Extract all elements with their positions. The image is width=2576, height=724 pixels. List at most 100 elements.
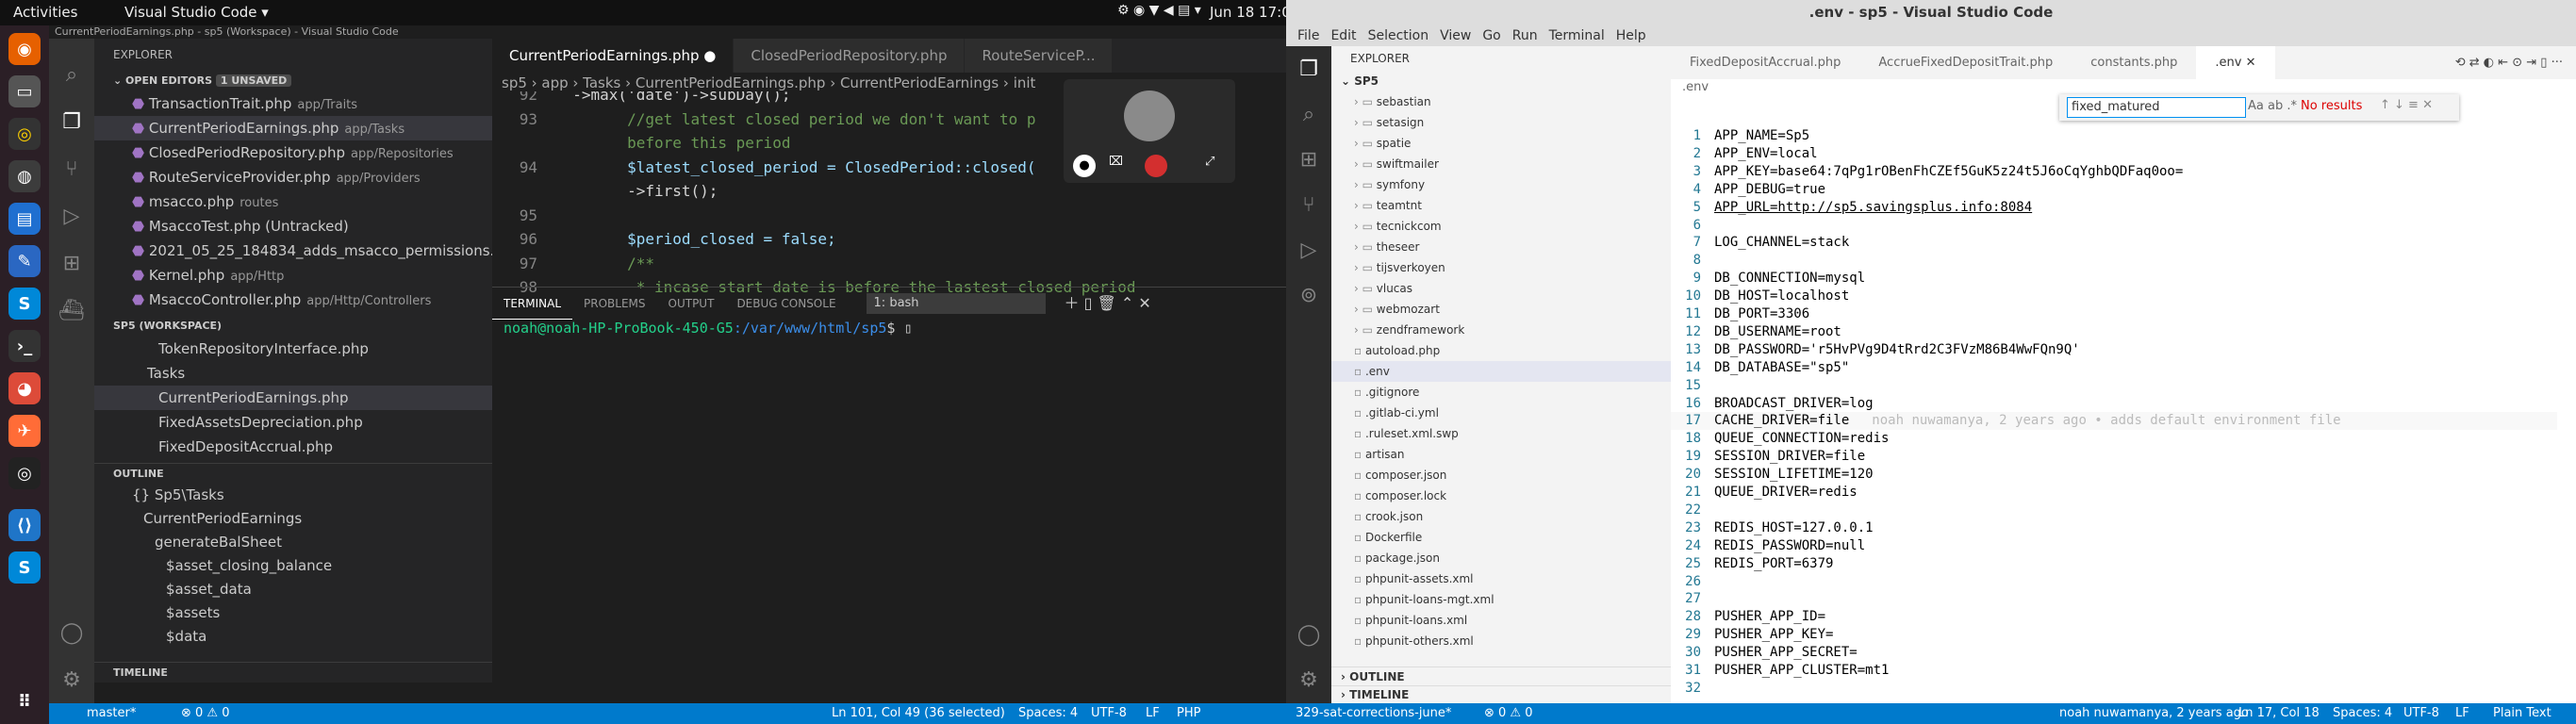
source-control-icon[interactable]: ⑂ — [1286, 182, 1331, 227]
folder-item[interactable]: › ▭ tijsverkoyen — [1331, 257, 1671, 278]
encoding[interactable]: UTF-8 — [1091, 703, 1127, 724]
indentation[interactable]: Spaces: 4 — [2333, 703, 2392, 724]
encoding[interactable]: UTF-8 — [2403, 703, 2439, 724]
folder-item[interactable]: › ▭ zendframework — [1331, 320, 1671, 340]
open-editor-item[interactable]: ⬣ 2021_05_25_184834_adds_msacco_permissi… — [94, 239, 492, 263]
find-input[interactable]: fixed_matured — [2067, 97, 2246, 118]
menu-help[interactable]: Help — [1610, 25, 1652, 46]
postman-icon[interactable]: ✈ — [8, 415, 41, 447]
folder-item[interactable]: › ▭ spatie — [1331, 133, 1671, 154]
menu-selection[interactable]: Selection — [1362, 25, 1435, 46]
file-item[interactable]: ▫ phpunit-others.xml — [1331, 631, 1671, 651]
open-editor-item[interactable]: ⬣ TransactionTrait.php app/Traits — [94, 91, 492, 116]
app-icon-2[interactable]: ◍ — [8, 160, 41, 192]
folder-item[interactable]: › ▭ swiftmailer — [1331, 154, 1671, 174]
file-item[interactable]: ▫ phpunit-assets.xml — [1331, 568, 1671, 589]
tab-current-period-earnings[interactable]: CurrentPeriodEarnings.php ● — [492, 39, 735, 73]
outline-item[interactable]: generateBalSheet — [94, 531, 492, 554]
workspace-header[interactable]: SP5 (WORKSPACE) — [94, 316, 492, 337]
tab-accrue-fixed-deposit-trait[interactable]: AccrueFixedDepositTrait.php — [1859, 46, 2072, 79]
tab-output[interactable]: OUTPUT — [657, 288, 726, 320]
search-icon[interactable]: ⌕ — [1286, 91, 1331, 137]
gear-icon[interactable]: ⚙ — [49, 657, 94, 702]
file-item[interactable]: ▫ artisan — [1331, 444, 1671, 465]
open-editor-item[interactable]: ⬣ Kernel.php app/Http — [94, 263, 492, 288]
workspace-file[interactable]: CurrentPeriodEarnings.php — [94, 386, 492, 410]
mic-icon[interactable]: ● — [1073, 155, 1096, 177]
breadcrumb[interactable]: .env — [1682, 80, 1709, 94]
workspace-file[interactable]: FixedAssetsDepreciation.php — [94, 410, 492, 435]
open-editor-item[interactable]: ⬣ msacco.php routes — [94, 189, 492, 214]
show-apps-icon[interactable]: ⠿ — [8, 685, 41, 717]
language-mode[interactable]: PHP — [1177, 703, 1200, 724]
terminal-icon[interactable]: ›_ — [8, 330, 41, 362]
file-item[interactable]: ▫ crook.json — [1331, 506, 1671, 527]
folder-item[interactable]: › ▭ teamtnt — [1331, 195, 1671, 216]
source-control-icon[interactable]: ⑂ — [49, 146, 94, 191]
system-tray-icons[interactable]: ⚙ ◉ ▼ ◀ ▤ ▾ — [1117, 3, 1201, 18]
extensions-icon[interactable]: ⊞ — [1286, 137, 1331, 182]
outline-item[interactable]: $data — [94, 625, 492, 649]
outline-item[interactable]: {} Sp5\Tasks — [94, 484, 492, 507]
find-nav[interactable]: ↑ ↓ ≡ ✕ — [2380, 98, 2433, 112]
indentation[interactable]: Spaces: 4 — [1018, 703, 1078, 724]
debug-icon[interactable]: ▷ — [1286, 227, 1331, 272]
folder-item[interactable]: › ▭ theseer — [1331, 237, 1671, 257]
cursor-position[interactable]: Ln 17, Col 18 — [2238, 703, 2320, 724]
files-icon[interactable]: ❐ — [1286, 46, 1331, 91]
language-mode[interactable]: Plain Text — [2493, 703, 2551, 724]
file-item[interactable]: ▫ .env — [1331, 361, 1671, 382]
workspace-file[interactable]: FixedDepositAccrual.php — [94, 435, 492, 459]
menu-file[interactable]: File — [1292, 25, 1325, 46]
folder-item[interactable]: › ▭ tecnickcom — [1331, 216, 1671, 237]
file-item[interactable]: ▫ composer.json — [1331, 465, 1671, 485]
folder-item[interactable]: › ▭ vlucas — [1331, 278, 1671, 299]
chrome-icon[interactable]: ◕ — [8, 372, 41, 404]
tab-terminal[interactable]: TERMINAL — [492, 288, 573, 320]
app-icon[interactable]: ◎ — [8, 118, 41, 150]
folder-item[interactable]: › ▭ webmozart — [1331, 299, 1671, 320]
breadcrumb[interactable]: sp5 › app › Tasks › CurrentPeriodEarning… — [502, 74, 1035, 91]
open-editor-item[interactable]: ⬣ MsaccoTest.php (Untracked) — [94, 214, 492, 239]
file-item[interactable]: ▫ .gitlab-ci.yml — [1331, 403, 1671, 423]
debug-icon[interactable]: ▷ — [49, 193, 94, 239]
files-icon[interactable]: ❐ — [49, 99, 94, 144]
extensions-icon[interactable]: ⊞ — [49, 240, 94, 286]
open-editor-item[interactable]: ⬣ MsaccoController.php app/Http/Controlle… — [94, 288, 492, 312]
terminal-select[interactable]: 1: bash — [866, 293, 1046, 314]
open-editor-item[interactable]: ⬣ CurrentPeriodEarnings.php app/Tasks — [94, 116, 492, 140]
menu-terminal[interactable]: Terminal — [1544, 25, 1610, 46]
file-item[interactable]: ▫ .ruleset.xml.swp — [1331, 423, 1671, 444]
git-blame-status[interactable]: noah nuwamanya, 2 years ago — [2059, 703, 2249, 724]
terminal-actions[interactable]: ＋ ▯ 🗑 ⌃ ✕ — [1065, 288, 1151, 320]
cursor-position[interactable]: Ln 101, Col 49 (36 selected) — [832, 703, 1005, 724]
workspace-file[interactable]: TokenRepositoryInterface.php — [94, 337, 492, 361]
folder-tasks[interactable]: Tasks — [94, 361, 492, 386]
menu-edit[interactable]: Edit — [1325, 25, 1362, 46]
hangup-icon[interactable] — [1145, 155, 1167, 177]
menu-go[interactable]: Go — [1477, 25, 1506, 46]
outline-item[interactable]: CurrentPeriodEarnings — [94, 507, 492, 531]
outline-item[interactable]: $asset_data — [94, 578, 492, 601]
app-menu[interactable]: Visual Studio Code ▾ — [124, 4, 269, 21]
tab-fixed-deposit-accrual[interactable]: FixedDepositAccrual.php — [1671, 46, 1859, 79]
remote-icon[interactable]: ⊚ — [1286, 272, 1331, 318]
gear-icon[interactable]: ⚙ — [1286, 657, 1331, 702]
folder-item[interactable]: › ▭ setasign — [1331, 112, 1671, 133]
obs-icon[interactable]: ◎ — [8, 457, 41, 489]
root-folder[interactable]: ⌄ SP5 — [1331, 71, 1671, 91]
fullscreen-icon[interactable]: ⤢ — [1205, 155, 1214, 169]
timeline-header[interactable]: TIMELINE — [94, 662, 492, 683]
git-branch[interactable]: 329-sat-corrections-june* — [1296, 703, 1451, 724]
tab-closed-period-repository[interactable]: ClosedPeriodRepository.php — [734, 39, 966, 73]
skype-icon[interactable]: S — [8, 288, 41, 320]
menu-run[interactable]: Run — [1507, 25, 1544, 46]
editor-icon[interactable]: ✎ — [8, 245, 41, 277]
tab-debug-console[interactable]: DEBUG CONSOLE — [725, 288, 847, 320]
skype-icon-2[interactable]: S — [8, 551, 41, 584]
document-icon[interactable]: ▤ — [8, 203, 41, 235]
tab-problems[interactable]: PROBLEMS — [572, 288, 657, 320]
git-branch[interactable]: master* — [87, 703, 136, 724]
eol[interactable]: LF — [2455, 703, 2469, 724]
eol[interactable]: LF — [1146, 703, 1160, 724]
